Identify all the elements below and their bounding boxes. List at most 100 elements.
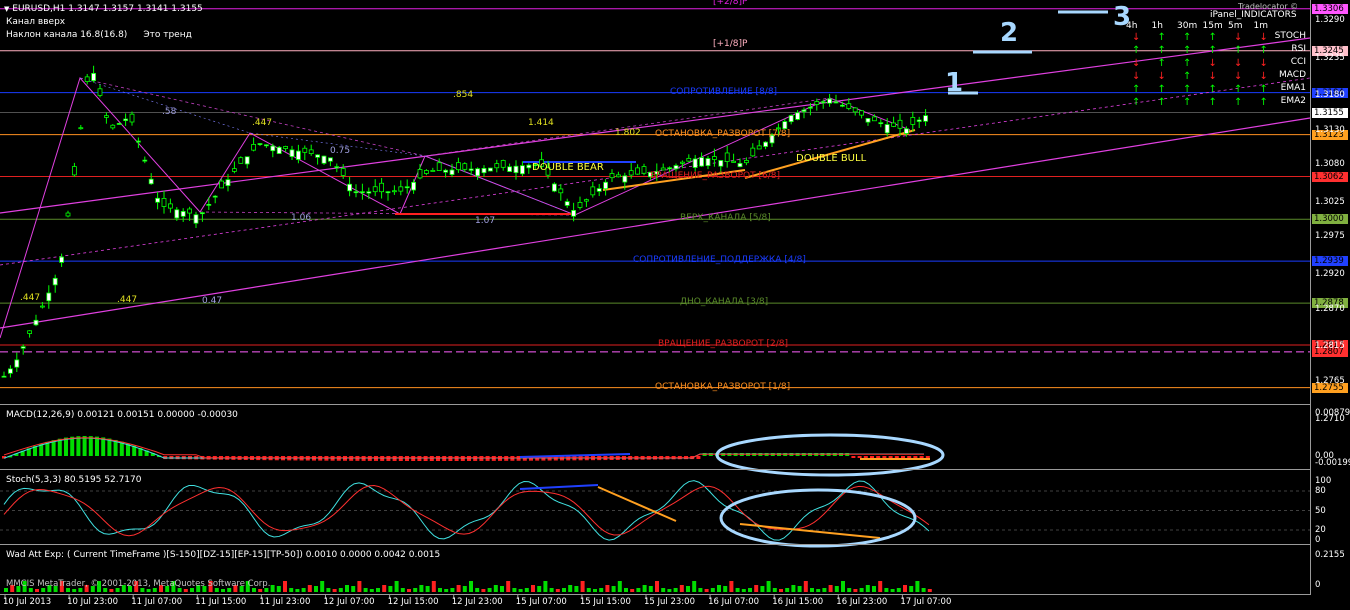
price-axis-label: 1.2920 <box>1315 269 1345 280</box>
price-axis-label: 1.3130 <box>1315 124 1345 135</box>
fib-label: .447 <box>117 295 138 305</box>
stoch-title: Stoch(5,3,3) 80.5195 52.7170 <box>6 475 142 485</box>
fib-label: .854 <box>453 90 474 100</box>
price-axis-label: 1.3180 <box>1315 90 1345 101</box>
down-arrow-icon: ↓ <box>1132 58 1141 69</box>
stochastic-pane[interactable] <box>0 470 1310 545</box>
murrey-level-label: ВЕРХ_КАНАЛА [5/8] <box>680 213 771 224</box>
price-axis-label: 1.3235 <box>1315 52 1345 63</box>
level-price-tag: 1.3306 <box>1312 3 1348 14</box>
time-axis-label: 16 Jul 07:00 <box>708 597 760 607</box>
up-arrow-icon: ↑ <box>1183 45 1192 56</box>
fib-label: .58 <box>162 107 177 117</box>
up-arrow-icon: ↑ <box>1157 32 1166 43</box>
channel-direction: Канал вверх <box>6 17 66 27</box>
ipanel-title: iPanel_INDICATORS <box>1210 10 1297 20</box>
fib-label: 1.414 <box>528 118 554 128</box>
time-axis-label: 15 Jul 23:00 <box>644 597 695 607</box>
fib-label: 1.802 <box>615 128 641 138</box>
time-axis-label: 15 Jul 15:00 <box>579 597 631 607</box>
stoch-axis-label: 50 <box>1315 505 1326 516</box>
ipanel-timeframe: 4h <box>1126 21 1138 31</box>
up-arrow-icon: ↑ <box>1259 97 1268 108</box>
ipanel-indicator-name: RSI <box>1291 44 1306 54</box>
time-axis-label: 12 Jul 15:00 <box>387 597 439 607</box>
fib-label: 1.07 <box>475 216 496 226</box>
up-arrow-icon: ↑ <box>1234 97 1243 108</box>
murrey-level-label: ВРАЩЕНИЕ_РАЗВОРОТ [2/8] <box>658 339 788 350</box>
fib-label: 1.06 <box>291 213 312 223</box>
murrey-level-label: ДНО_КАНАЛА [3/8] <box>680 297 769 308</box>
down-arrow-icon: ↓ <box>1208 58 1217 69</box>
collapse-triangle-icon[interactable]: ▼ <box>4 5 9 13</box>
chart-title: ▼ EURUSD,H1 1.3147 1.3157 1.3141 1.3155 <box>4 4 203 15</box>
ipanel-timeframe: 1h <box>1151 21 1163 31</box>
ipanel-timeframe: 1m <box>1253 21 1269 31</box>
down-arrow-icon: ↓ <box>1234 32 1243 43</box>
price-axis-label: 1.2765 <box>1315 375 1345 386</box>
up-arrow-icon: ↑ <box>1132 84 1141 95</box>
up-arrow-icon: ↑ <box>1183 97 1192 108</box>
down-arrow-icon: ↓ <box>1208 71 1217 82</box>
up-arrow-icon: ↑ <box>1234 45 1243 56</box>
stoch-axis-label: 80 <box>1315 486 1326 496</box>
symbol-quote: EURUSD,H1 1.3147 1.3157 1.3141 1.3155 <box>12 4 203 14</box>
time-axis-label: 10 Jul 2013 <box>3 597 52 607</box>
up-arrow-icon: ↑ <box>1183 58 1192 69</box>
up-arrow-icon: ↑ <box>1132 45 1141 56</box>
fib-label: .447 <box>20 293 41 303</box>
time-axis-label: 16 Jul 15:00 <box>772 597 824 607</box>
down-arrow-icon: ↓ <box>1234 58 1243 69</box>
down-arrow-icon: ↓ <box>1234 71 1243 82</box>
time-axis-label: 11 Jul 15:00 <box>195 597 247 607</box>
price-axis-label: 1.2975 <box>1315 231 1345 242</box>
ipanel-indicator-name: CCI <box>1290 57 1306 67</box>
up-arrow-icon: ↑ <box>1157 45 1166 56</box>
time-axis-label: 11 Jul 23:00 <box>259 597 311 607</box>
up-arrow-icon: ↑ <box>1157 58 1166 69</box>
up-arrow-icon: ↑ <box>1208 97 1217 108</box>
time-axis-label: 12 Jul 07:00 <box>323 597 375 607</box>
level-price-tag: 1.3000 <box>1312 214 1348 225</box>
time-axis-label: 15 Jul 07:00 <box>515 597 567 607</box>
price-axis-label: 1.3290 <box>1315 14 1345 25</box>
time-axis-label: 16 Jul 23:00 <box>836 597 888 607</box>
stoch-axis-label: 20 <box>1315 525 1326 535</box>
price-axis-label: 1.2815 <box>1315 341 1345 352</box>
up-arrow-icon: ↑ <box>1183 71 1192 82</box>
murrey-level-label: ОСТАНОВКА_РАЗВОРОТ [7/8] <box>655 128 791 139</box>
time-axis-label: 17 Jul 07:00 <box>900 597 952 607</box>
up-arrow-icon: ↑ <box>1157 97 1166 108</box>
stoch-axis-label: 100 <box>1315 476 1332 486</box>
murrey-level-label: ВРАЩЕНИЕ_РАЗВОРОТ [6/8] <box>650 170 780 181</box>
down-arrow-icon: ↓ <box>1132 32 1141 43</box>
ipanel-timeframe: 15m <box>1202 21 1223 31</box>
down-arrow-icon: ↓ <box>1259 58 1268 69</box>
channel-slope: Наклон канала 16.8(16.8) Это тренд <box>6 30 192 40</box>
copyright-watermark: MMCIS MetaTrader, © 2001-2013, MetaQuote… <box>6 579 271 589</box>
ipanel-indicator-name: MACD <box>1279 70 1306 80</box>
stoch-axis-label: 0 <box>1315 535 1321 545</box>
fib-label: .447 <box>252 118 273 128</box>
hand-number-2: 2 <box>1000 18 1019 48</box>
ipanel-timeframe: 30m <box>1177 21 1198 31</box>
ipanel-indicator-name: EMA1 <box>1280 83 1306 93</box>
wad-axis-label: 0 <box>1315 580 1321 590</box>
level-price-tag: 1.3062 <box>1312 171 1348 182</box>
fib-label: 0.75 <box>330 146 351 156</box>
time-axis-label: 11 Jul 07:00 <box>131 597 183 607</box>
main-price-pane[interactable] <box>0 0 1310 405</box>
down-arrow-icon: ↓ <box>1132 71 1141 82</box>
level-price-tag: 1.2939 <box>1312 256 1348 267</box>
current-price-tag: 1.3155 <box>1312 107 1348 118</box>
murrey-level-label: [+2/8]P <box>713 0 748 7</box>
hand-number-1: 1 <box>945 68 964 98</box>
time-axis-label: 10 Jul 23:00 <box>67 597 119 607</box>
murrey-level-label: СОПРОТИВЛЕНИЕ [8/8] <box>670 86 778 97</box>
up-arrow-icon: ↑ <box>1132 97 1141 108</box>
up-arrow-icon: ↑ <box>1234 84 1243 95</box>
double-bear-label: DOUBLE BEAR <box>532 162 604 173</box>
ipanel-indicator-name: STOCH <box>1274 31 1306 41</box>
wad-title: Wad Att Exp: ( Current TimeFrame )[S-150… <box>6 550 441 560</box>
up-arrow-icon: ↑ <box>1208 45 1217 56</box>
